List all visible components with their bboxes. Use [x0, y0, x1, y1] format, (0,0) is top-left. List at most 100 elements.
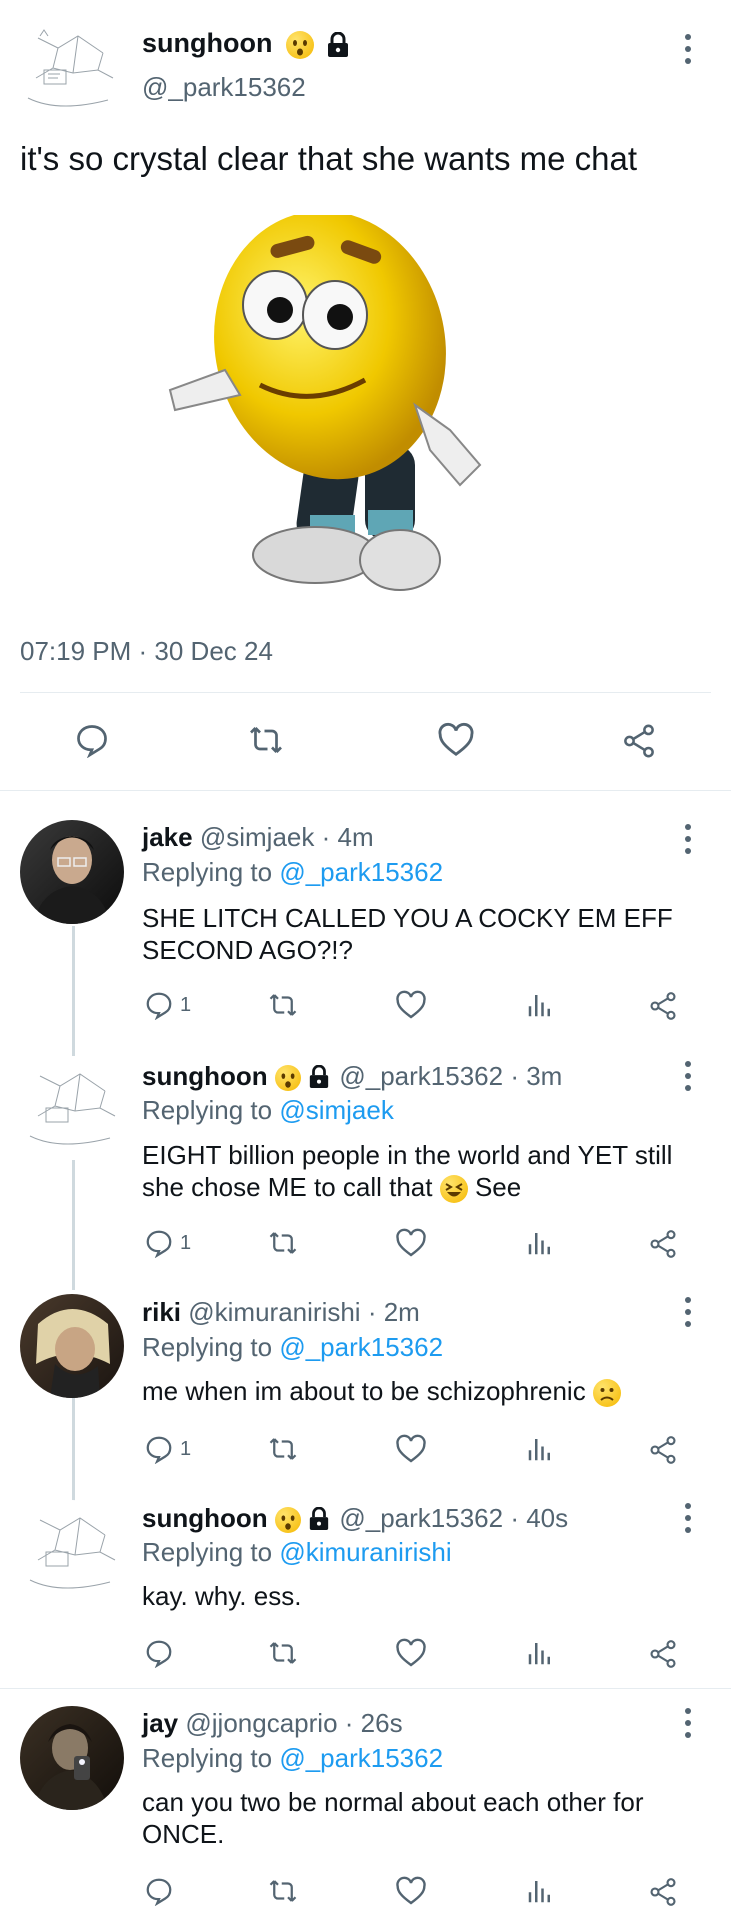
retweet-button[interactable] — [268, 1434, 298, 1464]
retweet-icon — [269, 994, 297, 1016]
reply-handle[interactable]: @jjongcaprio — [185, 1708, 337, 1738]
replying-to-label: Replying to — [142, 1743, 273, 1773]
analytics-button[interactable] — [525, 1638, 555, 1668]
reply-name[interactable]: jake — [142, 822, 193, 852]
retweet-button[interactable] — [268, 1638, 298, 1668]
replying-to-link[interactable]: @_park15362 — [279, 1743, 443, 1773]
reply-avatar[interactable] — [20, 1056, 124, 1160]
sketch-avatar-icon — [29, 1517, 116, 1589]
reply-name[interactable]: jay — [142, 1708, 178, 1738]
analytics-icon — [528, 1233, 550, 1255]
main-tweet-avatar[interactable] — [18, 18, 122, 122]
divider — [20, 692, 711, 693]
heart-icon — [396, 1876, 426, 1905]
analytics-button[interactable] — [525, 990, 555, 1020]
more-options-icon[interactable] — [681, 1297, 695, 1327]
laughing-squint-emoji-icon — [439, 1175, 468, 1204]
replying-to-label: Replying to — [142, 1332, 273, 1362]
analytics-icon — [528, 995, 550, 1017]
reply-name[interactable]: riki — [142, 1297, 181, 1327]
reply-icon — [146, 1640, 172, 1668]
share-icon — [650, 1230, 676, 1258]
heart-icon — [396, 1434, 426, 1463]
reply-text-part: me when im about to be schizophrenic — [142, 1376, 586, 1406]
thread-line — [72, 926, 75, 1056]
reply-button[interactable] — [144, 1876, 174, 1906]
share-button[interactable] — [647, 990, 679, 1022]
retweet-button[interactable] — [248, 722, 284, 758]
analytics-icon — [528, 1881, 550, 1903]
heart-icon — [396, 990, 426, 1019]
lock-icon — [308, 1064, 332, 1091]
retweet-button[interactable] — [268, 1228, 298, 1258]
like-button[interactable] — [395, 1876, 427, 1906]
reply-text: can you two be normal about each other f… — [142, 1787, 644, 1849]
thread-line — [72, 1160, 75, 1290]
yellow-emoji-figure-icon — [168, 210, 482, 591]
replying-to-link[interactable]: @kimuranirishi — [279, 1537, 451, 1567]
reply-avatar[interactable] — [20, 1294, 124, 1398]
reply-count: 1 — [180, 1437, 192, 1460]
retweet-icon — [269, 1880, 297, 1902]
reply-handle[interactable]: @_park15362 — [339, 1061, 503, 1091]
person-photo-icon — [34, 1724, 108, 1810]
analytics-button[interactable] — [525, 1876, 555, 1906]
reply-icon — [146, 1230, 172, 1258]
retweet-icon — [269, 1642, 297, 1664]
reply-button[interactable]: 1 — [144, 1228, 191, 1258]
slightly-frowning-face-emoji-icon — [592, 1379, 621, 1408]
lock-icon — [326, 31, 350, 58]
reply-button[interactable]: 1 — [144, 990, 191, 1020]
reply-avatar[interactable] — [20, 1500, 124, 1604]
reply-button[interactable] — [144, 1638, 174, 1668]
like-button[interactable] — [395, 1228, 427, 1258]
main-tweet-text: it's so crystal clear that she wants me … — [20, 140, 638, 177]
tweet-media-image[interactable] — [150, 210, 530, 615]
more-options-icon[interactable] — [681, 1061, 695, 1091]
reply-avatar[interactable] — [20, 1706, 124, 1810]
reply-name[interactable]: sunghoon — [142, 1061, 268, 1091]
lock-icon — [308, 1506, 332, 1533]
share-button[interactable] — [647, 1228, 679, 1260]
astonished-face-emoji-icon — [285, 30, 314, 59]
main-tweet-name[interactable]: sunghoon — [142, 28, 272, 58]
more-options-icon[interactable] — [681, 1503, 695, 1533]
reply-button[interactable]: 1 — [144, 1434, 191, 1464]
like-button[interactable] — [395, 1638, 427, 1668]
retweet-button[interactable] — [268, 990, 298, 1020]
reply-handle[interactable]: @_park15362 — [339, 1503, 503, 1533]
replying-to-link[interactable]: @simjaek — [279, 1095, 394, 1125]
reply-text-part: See — [474, 1172, 522, 1202]
more-options-icon[interactable] — [681, 824, 695, 854]
replying-to-label: Replying to — [142, 1095, 273, 1125]
share-button[interactable] — [647, 1434, 679, 1466]
reply-handle[interactable]: @kimuranirishi — [188, 1297, 360, 1327]
person-photo-icon — [36, 1309, 110, 1398]
share-button[interactable] — [620, 722, 658, 760]
replying-to-link[interactable]: @_park15362 — [279, 1332, 443, 1362]
reply-button[interactable] — [74, 722, 110, 758]
like-button[interactable] — [437, 722, 475, 758]
reply-time: · 40s — [510, 1503, 569, 1533]
like-button[interactable] — [395, 1434, 427, 1464]
analytics-button[interactable] — [525, 1434, 555, 1464]
more-options-icon[interactable] — [681, 34, 695, 64]
replying-to-link[interactable]: @_park15362 — [279, 857, 443, 887]
reply-handle[interactable]: @simjaek — [200, 822, 315, 852]
more-options-icon[interactable] — [681, 1708, 695, 1738]
reply-avatar[interactable] — [20, 820, 124, 924]
share-button[interactable] — [647, 1876, 679, 1908]
analytics-button[interactable] — [525, 1228, 555, 1258]
retweet-button[interactable] — [268, 1876, 298, 1906]
reply-name[interactable]: sunghoon — [142, 1503, 268, 1533]
share-button[interactable] — [647, 1638, 679, 1670]
replying-to-label: Replying to — [142, 857, 273, 887]
analytics-icon — [528, 1439, 550, 1461]
main-tweet-handle[interactable]: @_park15362 — [142, 72, 306, 103]
heart-icon — [438, 722, 474, 757]
like-button[interactable] — [395, 990, 427, 1020]
heart-icon — [396, 1638, 426, 1667]
divider — [0, 1688, 731, 1689]
sketch-avatar-icon — [29, 1073, 116, 1145]
analytics-icon — [528, 1643, 550, 1665]
